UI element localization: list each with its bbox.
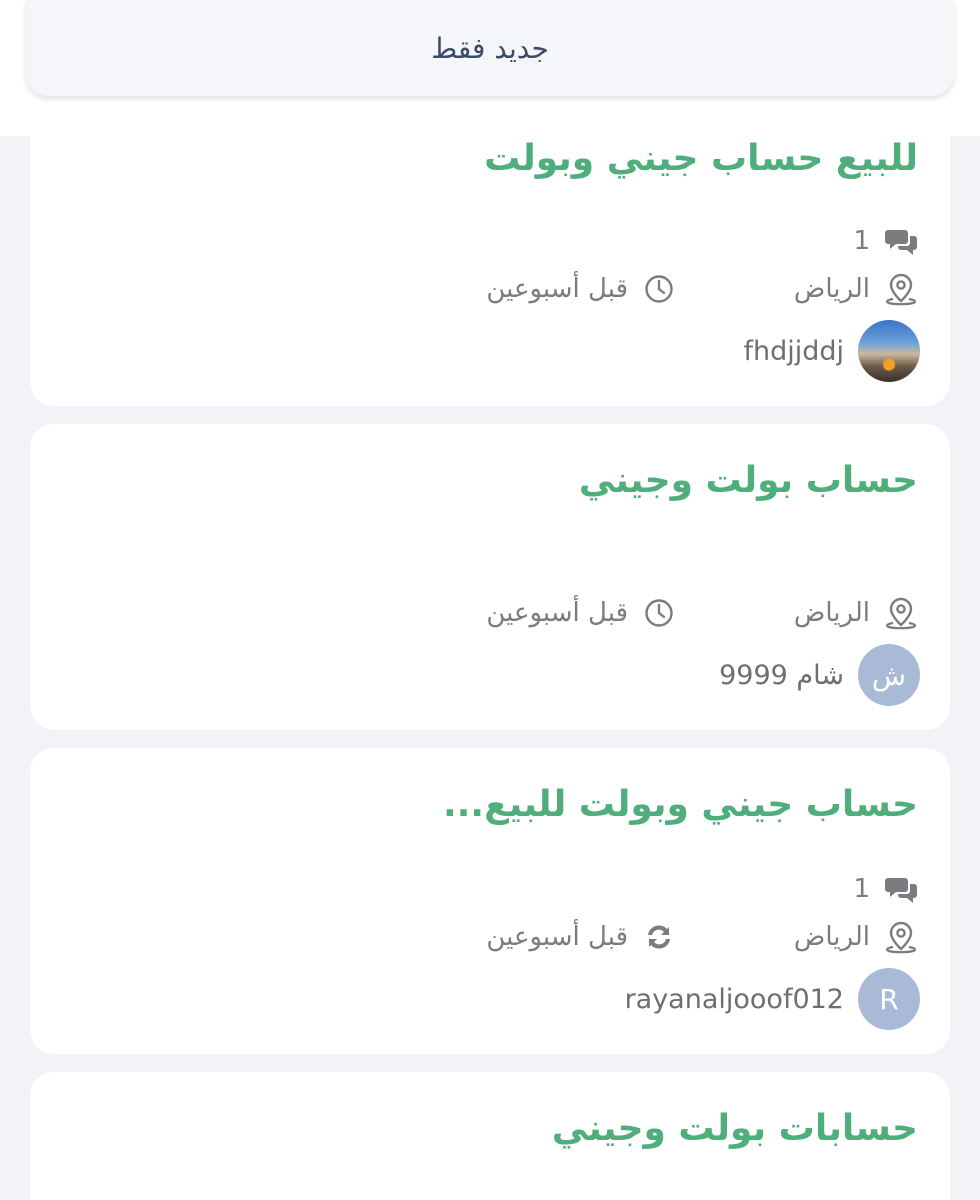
post-card[interactable]: حساب جيني وبولت للبيع... 1 الرياض قبل أس…	[30, 748, 950, 1054]
location-pin-icon	[884, 920, 918, 954]
filter-label: جديد فقط	[431, 31, 549, 65]
username: fhdjjddj	[743, 335, 844, 367]
location-text: الرياض	[793, 274, 870, 304]
comments-icon	[884, 872, 918, 906]
location-text: الرياض	[793, 598, 870, 628]
location-text: الرياض	[793, 922, 870, 952]
post-author[interactable]: R rayanaljooof012	[625, 968, 920, 1030]
clock-icon	[642, 272, 676, 306]
post-time: قبل أسبوعين	[486, 596, 676, 630]
avatar	[858, 320, 920, 382]
location-pin-icon	[884, 596, 918, 630]
location-pin-icon	[884, 272, 918, 306]
post-title[interactable]: حساب بولت وجيني	[579, 460, 918, 501]
post-author[interactable]: fhdjjddj	[743, 320, 920, 382]
time-text: قبل أسبوعين	[486, 274, 628, 304]
comments-count: 1	[853, 224, 918, 258]
comments-count: 1	[853, 872, 918, 906]
post-card[interactable]: حساب بولت وجيني الرياض قبل أسبوعين ش شام…	[30, 424, 950, 730]
post-time: قبل أسبوعين	[486, 272, 676, 306]
post-location: الرياض	[794, 272, 918, 306]
post-card[interactable]: حسابات بولت وجيني	[30, 1072, 950, 1200]
username: rayanaljooof012	[624, 983, 844, 1015]
new-only-filter-button[interactable]: جديد فقط	[26, 0, 954, 96]
username: شام 9999	[719, 659, 844, 691]
post-time: قبل أسبوعين	[486, 920, 676, 954]
post-location: الرياض	[794, 596, 918, 630]
time-text: قبل أسبوعين	[486, 598, 628, 628]
post-author[interactable]: ش شام 9999	[719, 644, 920, 706]
post-title[interactable]: حسابات بولت وجيني	[552, 1108, 918, 1149]
comments-count-value: 1	[853, 874, 870, 904]
time-text: قبل أسبوعين	[486, 922, 628, 952]
post-card[interactable]: للبيع حساب جيني وبولت 1 الرياض قبل أسبوع…	[30, 110, 950, 406]
comments-icon	[884, 224, 918, 258]
post-title[interactable]: حساب جيني وبولت للبيع...	[443, 784, 918, 825]
post-title[interactable]: للبيع حساب جيني وبولت	[484, 138, 918, 179]
clock-icon	[642, 596, 676, 630]
avatar: ش	[858, 644, 920, 706]
comments-count-value: 1	[853, 226, 870, 256]
post-location: الرياض	[794, 920, 918, 954]
avatar: R	[858, 968, 920, 1030]
refresh-icon	[642, 920, 676, 954]
